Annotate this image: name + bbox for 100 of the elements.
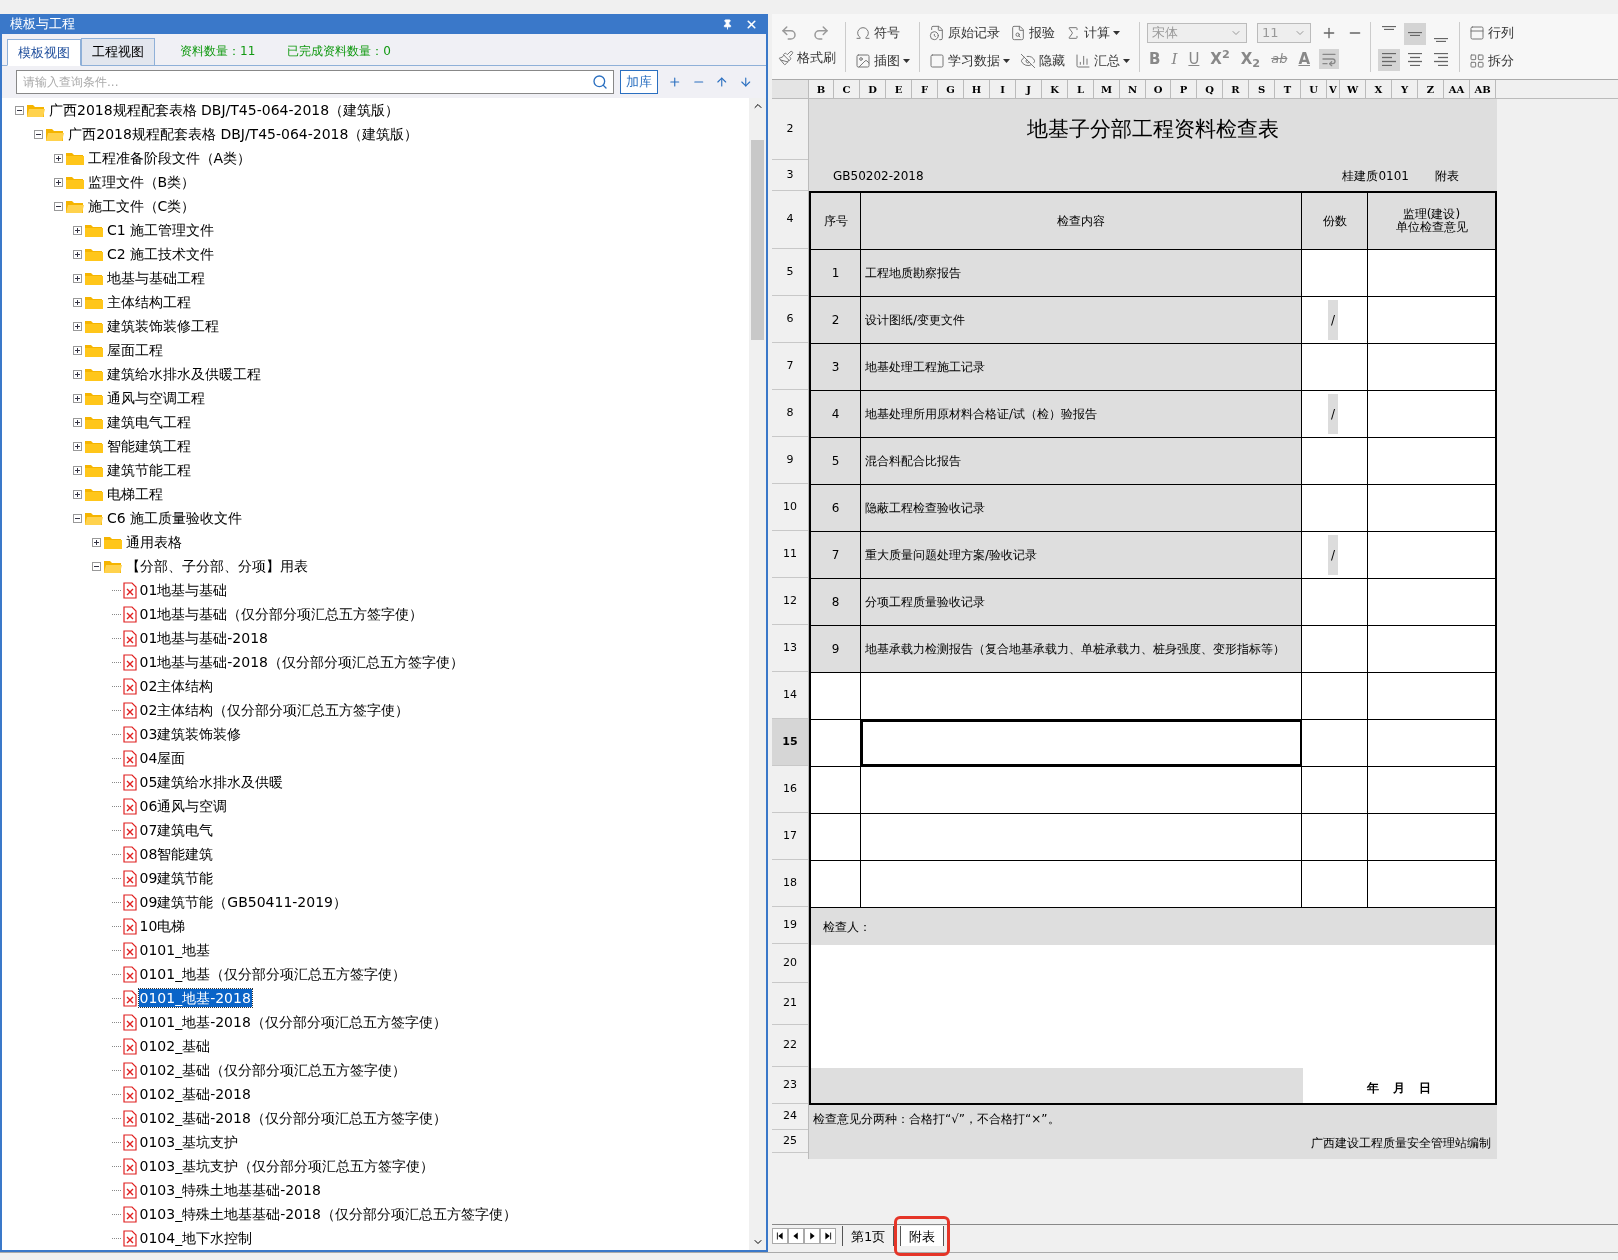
column-header[interactable]: C [834, 80, 860, 98]
table-cell[interactable] [1302, 344, 1368, 390]
tree-item[interactable]: 0101_地基 [138, 941, 212, 959]
table-cell[interactable] [1368, 485, 1495, 531]
table-cell[interactable] [1302, 579, 1368, 625]
table-cell[interactable] [1368, 861, 1495, 907]
tree-item[interactable]: 0102_基础-2018 [138, 1085, 252, 1103]
row-column-button[interactable]: 行列 [1467, 20, 1516, 45]
last-sheet-icon[interactable] [820, 1227, 836, 1244]
table-cell[interactable]: / [1302, 532, 1368, 578]
table-cell[interactable] [1302, 720, 1368, 766]
tree-item[interactable]: 0102_基础 [138, 1037, 212, 1055]
scroll-thumb[interactable] [751, 140, 764, 340]
table-cell[interactable] [1368, 579, 1495, 625]
collapse-icon[interactable] [92, 561, 102, 571]
table-cell[interactable] [1368, 297, 1495, 343]
tree-item[interactable]: 屋面工程 [105, 341, 164, 359]
wrap-text-button[interactable] [1319, 49, 1339, 69]
tree-item[interactable]: 0101_地基-2018 [138, 989, 252, 1007]
horizontal-align-button[interactable] [1378, 48, 1400, 71]
next-sheet-icon[interactable] [804, 1227, 820, 1244]
expand-icon[interactable] [72, 489, 82, 499]
tree-item[interactable]: 【分部、子分部、分项】用表 [125, 557, 310, 575]
column-header[interactable]: M [1094, 80, 1120, 98]
insert-image-button[interactable]: 插图 [853, 48, 912, 73]
scrollbar[interactable] [749, 98, 766, 1250]
table-cell[interactable] [861, 861, 1302, 907]
close-icon[interactable] [745, 17, 758, 31]
table-cell[interactable] [1302, 626, 1368, 672]
table-cell[interactable]: / [1302, 391, 1368, 437]
tree-item[interactable]: 建筑节能工程 [105, 461, 192, 479]
table-cell[interactable] [1368, 626, 1495, 672]
tree-item[interactable]: 建筑给水排水及供暖工程 [105, 365, 262, 383]
expand-icon[interactable] [72, 225, 82, 235]
expand-icon[interactable] [72, 273, 82, 283]
column-header[interactable]: AA [1444, 80, 1470, 98]
row-number[interactable]: 15 [772, 719, 808, 766]
tree-item[interactable]: 0102_基础-2018（仅分部分项汇总五方签字使） [138, 1109, 448, 1127]
table-cell[interactable] [861, 767, 1302, 813]
column-header[interactable]: R [1223, 80, 1249, 98]
tree-item[interactable]: 10电梯 [138, 917, 187, 935]
tree-item[interactable]: 09建筑节能（GB50411-2019） [138, 893, 348, 911]
tree-item[interactable]: 06通风与空调 [138, 797, 229, 815]
table-cell[interactable] [1368, 344, 1495, 390]
table-cell[interactable] [1302, 485, 1368, 531]
column-header[interactable]: O [1146, 80, 1171, 98]
expand-icon[interactable] [72, 393, 82, 403]
table-cell[interactable] [1368, 532, 1495, 578]
previous-sheet-icon[interactable] [788, 1227, 804, 1244]
table-cell[interactable] [1368, 814, 1495, 860]
add-library-button[interactable]: 加库 [620, 70, 658, 94]
table-cell[interactable] [1368, 767, 1495, 813]
column-header[interactable]: W [1340, 80, 1366, 98]
column-header[interactable]: K [1042, 80, 1068, 98]
tree-item[interactable]: 0103_特殊土地基基础-2018（仅分部分项汇总五方签字使） [138, 1205, 518, 1223]
column-header[interactable]: T [1275, 80, 1301, 98]
expand-icon[interactable] [53, 153, 63, 163]
table-cell[interactable] [861, 814, 1302, 860]
tree-item[interactable]: 工程准备阶段文件（A类） [86, 149, 253, 167]
tree-item[interactable]: 施工文件（C类） [86, 197, 197, 215]
column-header[interactable]: E [886, 80, 912, 98]
tree-item[interactable]: C2 施工技术文件 [105, 245, 216, 263]
expand-icon[interactable] [72, 465, 82, 475]
vertical-align-button[interactable] [1404, 22, 1426, 45]
tree-item[interactable]: 0101_地基-2018（仅分部分项汇总五方签字使） [138, 1013, 448, 1031]
table-cell[interactable]: / [1302, 297, 1368, 343]
column-header[interactable]: Y [1392, 80, 1418, 98]
tree-item[interactable]: 03建筑装饰装修 [138, 725, 243, 743]
expand-icon[interactable] [72, 249, 82, 259]
column-header[interactable]: N [1120, 80, 1146, 98]
inspection-button[interactable]: 报验 [1008, 20, 1057, 45]
table-cell[interactable] [861, 720, 1302, 766]
tree-item[interactable]: 02主体结构（仅分部分项汇总五方签字使） [138, 701, 411, 719]
table-cell[interactable] [1302, 250, 1368, 296]
tree-item[interactable]: 01地基与基础 [138, 581, 229, 599]
column-header[interactable]: U [1301, 80, 1327, 98]
expand-icon[interactable] [72, 321, 82, 331]
hide-button[interactable]: 隐藏 [1018, 48, 1067, 73]
tree-item[interactable]: 电梯工程 [105, 485, 164, 503]
table-cell[interactable] [1302, 438, 1368, 484]
collapse-icon[interactable] [34, 129, 44, 139]
tree-item[interactable]: 01地基与基础（仅分部分项汇总五方签字使） [138, 605, 425, 623]
tree-item[interactable]: 建筑电气工程 [105, 413, 192, 431]
column-header[interactable]: S [1249, 80, 1275, 98]
tree-item[interactable]: 0101_地基（仅分部分项汇总五方签字使） [138, 965, 408, 983]
column-header[interactable]: P [1171, 80, 1197, 98]
tree-item[interactable]: 02主体结构 [138, 677, 215, 695]
collapse-icon[interactable] [53, 201, 63, 211]
table-cell[interactable] [1302, 814, 1368, 860]
tree-item[interactable]: 广西2018规程配套表格 DBJ/T45-064-2018（建筑版） [67, 125, 420, 143]
expand-icon[interactable] [92, 537, 102, 547]
tree-item[interactable]: C1 施工管理文件 [105, 221, 216, 239]
symbol-button[interactable]: 符号 [853, 20, 912, 45]
table-cell[interactable] [1368, 673, 1495, 719]
tree-item[interactable]: 04屋面 [138, 749, 187, 767]
tree-item[interactable]: 08智能建筑 [138, 845, 215, 863]
calculate-button[interactable]: 计算 [1063, 20, 1122, 45]
tree-item[interactable]: 建筑装饰装修工程 [105, 317, 220, 335]
table-cell[interactable] [1302, 861, 1368, 907]
tree-item[interactable]: 07建筑电气 [138, 821, 215, 839]
